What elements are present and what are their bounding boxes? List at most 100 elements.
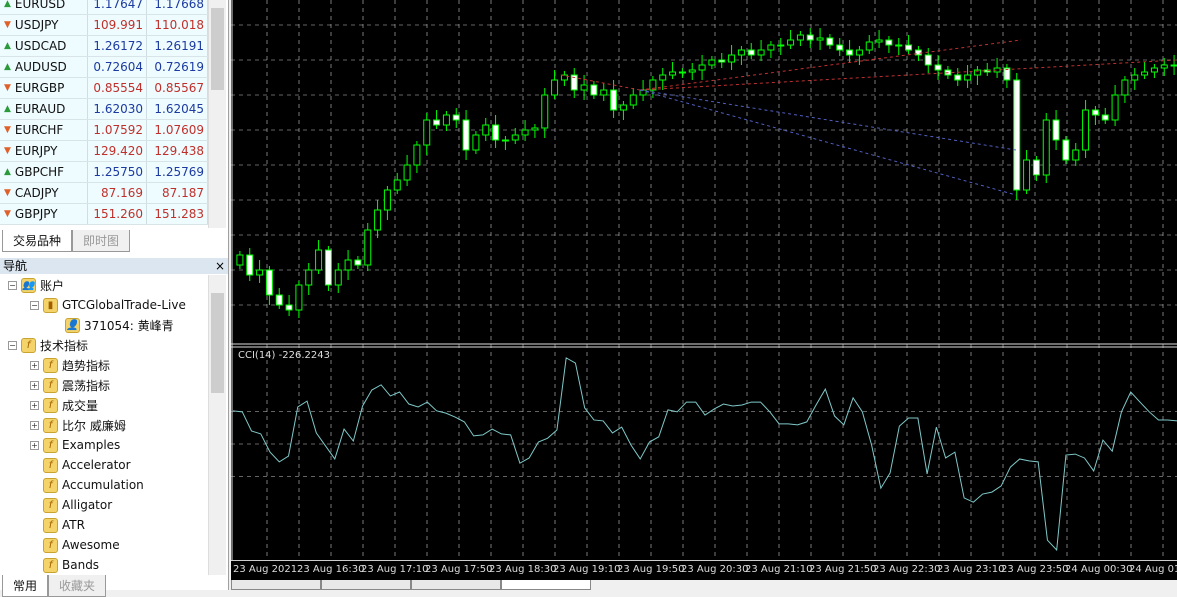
market-watch-row[interactable]: ▼ EURCHF 1.07592 1.07609 [0,120,208,141]
close-icon[interactable]: × [215,258,225,274]
market-watch-row[interactable]: ▲ GBPCHF 1.25750 1.25769 [0,162,208,183]
market-watch-row[interactable]: ▼ CADJPY 87.169 87.187 [0,183,208,204]
tab-symbols[interactable]: 交易品种 [2,230,73,252]
navigator-item-label: Alligator [62,498,113,512]
time-tick-label: 23 Aug 2021 [233,564,298,575]
candle-body [728,54,736,63]
collapse-icon[interactable]: − [8,280,17,290]
navigator-item[interactable]: f Bands [0,555,208,575]
market-watch-row[interactable]: ▼ USDJPY 109.991 110.018 [0,15,208,36]
candle-body [1111,94,1119,121]
chart-tab[interactable] [231,580,321,590]
market-watch-row[interactable]: ▲ AUDUSD 0.72604 0.72619 [0,57,208,78]
candle-body [836,44,844,51]
collapse-icon[interactable]: − [30,300,39,310]
navigator-item-label: 趋势指标 [62,358,111,373]
candle-body [846,49,854,56]
candle-body [777,44,785,47]
bid-cell: 0.72604 [88,57,147,77]
market-watch-row[interactable]: ▼ EURGBP 0.85554 0.85567 [0,78,208,99]
tab-tick-chart[interactable]: 即时图 [72,230,131,252]
collapse-icon[interactable]: − [8,340,17,350]
candle-body [885,39,893,46]
candle-body [472,134,480,151]
candle-body [1141,71,1149,76]
candle-body [295,284,303,311]
candle-body [334,269,342,286]
candle-body [482,124,490,136]
symbol-name: USDCAD [14,39,67,53]
candle-body [718,59,726,63]
navigator-item[interactable]: 👤 371054: 黄峰青 [0,315,208,335]
navigator-item-label: Awesome [62,538,120,552]
chart-tab-active[interactable] [501,580,591,590]
navigator-item[interactable]: f ATR [0,515,208,535]
navigator-item-label: 成交量 [62,398,99,413]
bid-cell: 1.07592 [88,120,147,140]
navigator-item[interactable]: + f Examples [0,435,208,455]
candle-body [678,71,686,74]
arrow-down-icon: ▼ [4,209,11,219]
market-watch-scrollbar[interactable] [208,0,226,228]
navigator-item[interactable]: + f 震荡指标 [0,375,208,395]
price-chart[interactable] [231,0,1177,580]
candle-body [433,119,441,126]
candle-body [511,134,519,141]
candle-body [1032,159,1040,176]
arrow-up-icon: ▲ [4,0,11,9]
time-tick-label: 23 Aug 16:30 [297,564,365,575]
arrow-down-icon: ▼ [4,188,11,198]
navigator-item[interactable]: f Alligator [0,495,208,515]
candle-body [590,84,598,96]
symbol-cell: ▲ USDCAD [0,36,88,56]
indicator-icon: f [21,337,36,353]
navigator-item[interactable]: − ▮ GTCGlobalTrade-Live [0,295,208,315]
trade-line [639,59,1177,91]
navigator-item[interactable]: + f 趋势指标 [0,355,208,375]
candle-body [305,269,313,286]
market-watch-row[interactable]: ▲ EURAUD 1.62030 1.62045 [0,99,208,120]
navigator-item[interactable]: f Accelerator [0,455,208,475]
tab-favorites[interactable]: 收藏夹 [48,575,107,597]
market-watch-row[interactable]: ▲ EURUSD 1.17647 1.17668 [0,0,208,15]
candle-body [865,41,873,51]
expand-icon[interactable]: + [30,420,39,430]
navigator-item[interactable]: − f 技术指标 [0,335,208,355]
navigator-item[interactable]: f Awesome [0,535,208,555]
indicator-icon: f [43,517,58,533]
candle-body [688,69,696,73]
candle-body [275,294,283,306]
candle-body [855,49,863,56]
time-tick-label: 23 Aug 21:50 [809,564,877,575]
candle-body [1101,114,1109,121]
navigator-item-label: ATR [62,518,85,532]
indicator-icon: f [43,357,58,373]
market-watch-row[interactable]: ▼ EURJPY 129.420 129.438 [0,141,208,162]
navigator-item-label: Accumulation [62,478,144,492]
chart-tab[interactable] [321,580,411,590]
time-tick-label: 23 Aug 23:50 [1001,564,1069,575]
indicator-icon: f [43,477,58,493]
navigator-scrollbar[interactable] [208,275,226,575]
symbol-cell: ▲ EURAUD [0,99,88,119]
market-watch-row[interactable]: ▲ USDCAD 1.26172 1.26191 [0,36,208,57]
market-watch-row[interactable]: ▼ GBPJPY 151.260 151.283 [0,204,208,225]
expand-icon[interactable]: + [30,400,39,410]
navigator-item[interactable]: − 👥 账户 [0,275,208,295]
chart-tab[interactable] [411,580,501,590]
time-tick-label: 24 Aug 01:10 [1129,564,1177,575]
navigator-tabs: 常用 收藏夹 [2,575,107,597]
indicator-icon: f [43,537,58,553]
navigator-item[interactable]: f Accumulation [0,475,208,495]
left-panel: ▲ EURUSD 1.17647 1.17668 ▼ USDJPY 109.991 110.0… [0,0,229,597]
symbol-cell: ▼ EURJPY [0,141,88,161]
tab-common[interactable]: 常用 [2,575,49,597]
expand-icon[interactable]: + [30,440,39,450]
navigator-item[interactable]: + f 成交量 [0,395,208,415]
expand-icon[interactable]: + [30,360,39,370]
indicator-icon: f [43,457,58,473]
candle-body [964,74,972,81]
ask-cell: 1.07609 [147,120,208,140]
navigator-item[interactable]: + f 比尔 威廉姆 [0,415,208,435]
expand-icon[interactable]: + [30,380,39,390]
